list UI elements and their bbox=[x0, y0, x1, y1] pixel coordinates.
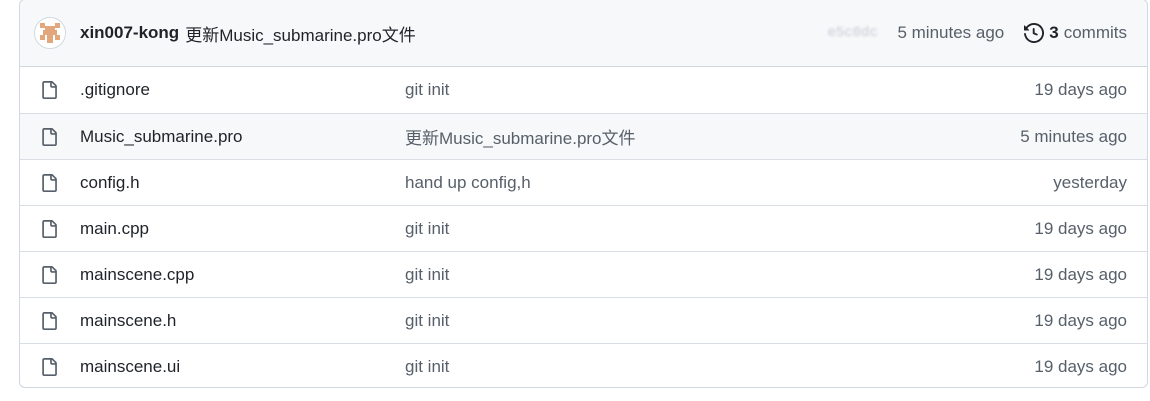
commit-time: 5 minutes ago bbox=[897, 23, 1005, 42]
file-commit-message-link[interactable]: git init bbox=[405, 357, 1034, 377]
file-icon bbox=[20, 357, 80, 377]
file-row[interactable]: .gitignore git init 19 days ago bbox=[20, 67, 1147, 113]
file-age: 19 days ago bbox=[1034, 310, 1127, 330]
file-icon bbox=[20, 311, 80, 331]
author-avatar[interactable] bbox=[34, 17, 66, 49]
commit-author-link[interactable]: xin007-kong bbox=[80, 23, 179, 43]
file-commit-message-link[interactable]: hand up config,h bbox=[405, 173, 1053, 193]
file-commit-message-link[interactable]: git init bbox=[405, 219, 1034, 239]
file-name-link[interactable]: Music_submarine.pro bbox=[80, 127, 405, 147]
file-icon bbox=[20, 173, 80, 193]
file-list: .gitignore git init 19 days ago Music_su… bbox=[20, 67, 1147, 387]
file-commit-message-link[interactable]: 更新Music_submarine.pro文件 bbox=[405, 124, 1020, 149]
commits-count: 3 bbox=[1049, 23, 1059, 42]
file-age: yesterday bbox=[1053, 172, 1127, 192]
file-commit-message-link[interactable]: git init bbox=[405, 311, 1034, 331]
file-age: 19 days ago bbox=[1034, 218, 1127, 238]
file-name-link[interactable]: mainscene.h bbox=[80, 311, 405, 331]
history-icon bbox=[1024, 23, 1045, 43]
file-icon bbox=[20, 127, 80, 147]
file-name-link[interactable]: config.h bbox=[80, 173, 405, 193]
file-name-link[interactable]: mainscene.ui bbox=[80, 357, 405, 377]
commit-sha-link[interactable]: e5c0dc bbox=[827, 25, 887, 41]
file-browser: xin007-kong 更新Music_submarine.pro文件 e5c0… bbox=[19, 0, 1148, 388]
file-age: 19 days ago bbox=[1034, 356, 1127, 376]
file-row[interactable]: Music_submarine.pro 更新Music_submarine.pr… bbox=[20, 113, 1147, 159]
commits-history-link[interactable]: 3 commits bbox=[1024, 23, 1127, 43]
file-age: 5 minutes ago bbox=[1020, 126, 1127, 146]
file-row[interactable]: mainscene.h git init 19 days ago bbox=[20, 297, 1147, 343]
identicon-avatar-icon bbox=[35, 18, 65, 48]
file-name-link[interactable]: mainscene.cpp bbox=[80, 265, 405, 285]
file-age: 19 days ago bbox=[1034, 80, 1127, 99]
file-commit-message-link[interactable]: git init bbox=[405, 265, 1034, 285]
file-name-link[interactable]: main.cpp bbox=[80, 219, 405, 239]
commits-label: commits bbox=[1063, 23, 1127, 42]
file-commit-message-link[interactable]: git init bbox=[405, 80, 1034, 100]
file-row[interactable]: mainscene.ui git init 19 days ago bbox=[20, 343, 1147, 387]
file-row[interactable]: mainscene.cpp git init 19 days ago bbox=[20, 251, 1147, 297]
file-age: 19 days ago bbox=[1034, 264, 1127, 284]
latest-commit-bar: xin007-kong 更新Music_submarine.pro文件 e5c0… bbox=[20, 0, 1147, 67]
file-row[interactable]: config.h hand up config,h yesterday bbox=[20, 159, 1147, 205]
file-name-link[interactable]: .gitignore bbox=[80, 80, 405, 100]
file-icon bbox=[20, 265, 80, 285]
file-icon bbox=[20, 80, 80, 100]
file-row[interactable]: main.cpp git init 19 days ago bbox=[20, 205, 1147, 251]
file-icon bbox=[20, 219, 80, 239]
commit-message-link[interactable]: 更新Music_submarine.pro文件 bbox=[185, 21, 416, 46]
